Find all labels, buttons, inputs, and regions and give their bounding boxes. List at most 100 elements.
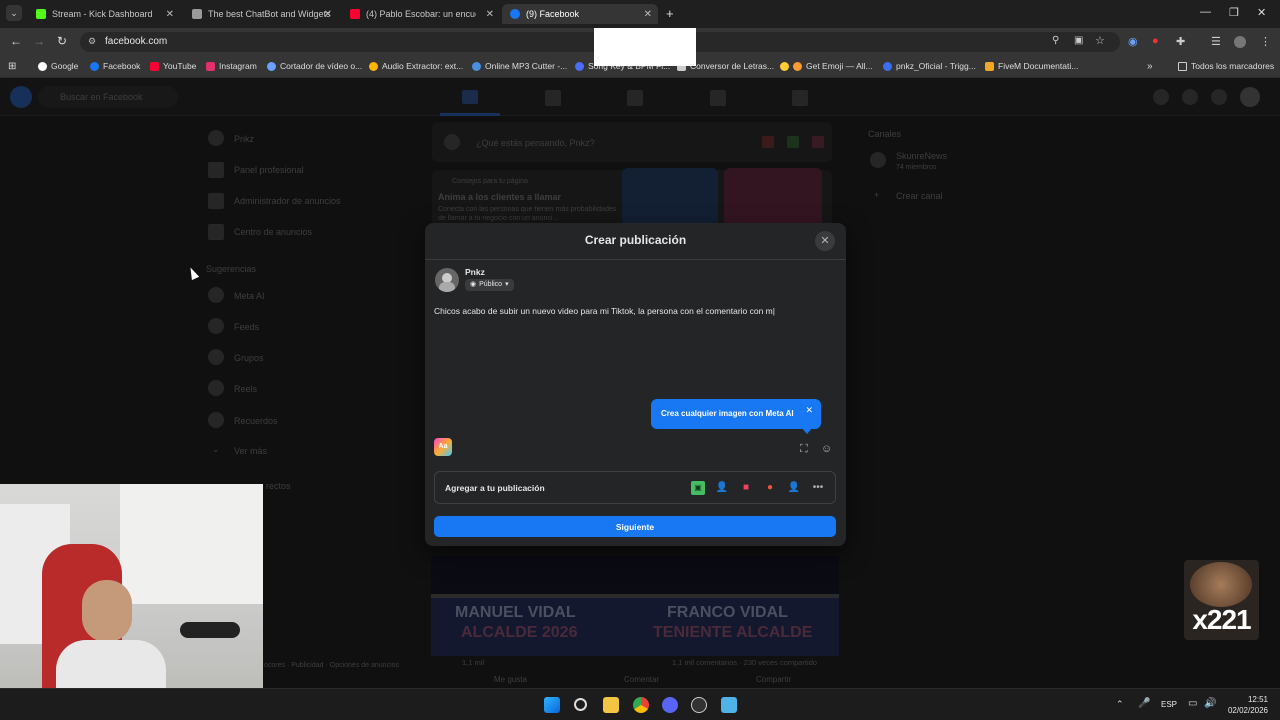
fb-search-input[interactable]: Buscar en Facebook: [38, 86, 178, 108]
bookmark-getemoji[interactable]: Get Emoji — All...: [780, 61, 873, 71]
search-icon[interactable]: [574, 698, 587, 711]
bookmark-pnkz[interactable]: pnkz_Oficial - Trigg...: [883, 61, 976, 71]
create-channel-button[interactable]: Crear canal: [896, 191, 943, 201]
back-icon[interactable]: ←: [10, 34, 22, 48]
post-image[interactable]: MANUEL VIDAL ALCALDE 2026 FRANCO VIDAL T…: [431, 556, 839, 656]
language-indicator[interactable]: ESP: [1161, 700, 1177, 709]
bookmark-fivem[interactable]: FiveM Documentati...: [985, 61, 1078, 71]
nav-reels[interactable]: Reels: [234, 384, 257, 394]
close-tab-icon[interactable]: ✕: [166, 9, 174, 20]
photo-video-icon[interactable]: ▣: [691, 481, 705, 495]
fb-profile-icon[interactable]: [1240, 87, 1260, 107]
channel-avatar[interactable]: [870, 152, 886, 168]
nav-profile[interactable]: Pnkz: [234, 134, 254, 144]
live-video-icon[interactable]: [762, 136, 774, 148]
nav-see-more[interactable]: Ver más: [234, 446, 267, 456]
menu-kebab-icon[interactable]: ⋮: [1260, 35, 1271, 48]
comment-button[interactable]: Comentar: [624, 675, 659, 684]
messenger-icon[interactable]: [1182, 89, 1198, 105]
bookmark-video-cutter[interactable]: Cortador de vídeo o...: [267, 61, 362, 71]
extensions-puzzle-icon[interactable]: ✚: [1176, 35, 1185, 48]
channel-name[interactable]: SkunreNews: [896, 151, 947, 161]
close-tab-icon[interactable]: ✕: [644, 9, 652, 20]
meta-ai-icon[interactable]: [208, 287, 224, 303]
nav-ads-manager[interactable]: Administrador de anuncios: [234, 196, 341, 206]
share-button[interactable]: Compartir: [756, 675, 791, 684]
comment-share-count[interactable]: 1,1 mil comentarios · 230 veces comparti…: [672, 658, 817, 667]
tab-facebook[interactable]: (9) Facebook ✕: [502, 4, 658, 24]
notepad-icon[interactable]: [721, 697, 737, 713]
new-tab-button[interactable]: +: [666, 6, 674, 21]
apps-grid-icon[interactable]: ⊞: [8, 61, 16, 72]
site-info-icon[interactable]: ⚙: [88, 36, 96, 47]
location-pin-icon[interactable]: ●: [763, 481, 777, 495]
nav-feeds[interactable]: Feeds: [234, 322, 259, 332]
photo-icon[interactable]: [787, 136, 799, 148]
windows-start-icon[interactable]: [544, 697, 560, 713]
watch-icon[interactable]: [545, 90, 561, 106]
meta-ai-image-icon[interactable]: ⛶: [800, 443, 808, 456]
ads-center-icon[interactable]: [208, 224, 224, 240]
nav-memories[interactable]: Recuerdos: [234, 416, 278, 426]
discord-icon[interactable]: [662, 697, 678, 713]
nav-groups[interactable]: Grupos: [234, 353, 264, 363]
tab-kick[interactable]: Stream - Kick Dashboard ✕: [28, 4, 180, 24]
reading-list-icon[interactable]: ☰: [1211, 35, 1221, 48]
text-background-icon[interactable]: Aa: [434, 438, 452, 456]
gif-person-icon[interactable]: 👤: [787, 481, 801, 495]
close-window-icon[interactable]: ✕: [1257, 6, 1266, 19]
dashboard-icon[interactable]: [208, 162, 224, 178]
forward-icon[interactable]: →: [33, 34, 45, 48]
footer-links[interactable]: ocores · Publicidad · Opciones de anunci…: [264, 662, 399, 669]
bookmarks-overflow-icon[interactable]: »: [1147, 61, 1153, 72]
story-card-pink[interactable]: [724, 168, 822, 228]
bookmark-google[interactable]: Google: [38, 61, 78, 71]
restore-icon[interactable]: ❐: [1229, 6, 1239, 19]
nav-ads-center[interactable]: Centro de anuncios: [234, 227, 312, 237]
system-clock[interactable]: 12:51 02/02/2026: [1228, 694, 1268, 716]
bookmark-audio-extractor[interactable]: Audio Extractor: ext...: [369, 61, 463, 71]
ads-manager-icon[interactable]: [208, 193, 224, 209]
meta-ai-tooltip[interactable]: Crea cualquier imagen con Meta AI ✕: [651, 399, 821, 434]
minimize-icon[interactable]: —: [1200, 6, 1211, 18]
close-tab-icon[interactable]: ✕: [324, 9, 332, 20]
privacy-selector[interactable]: ◉ Público ▾: [465, 279, 514, 291]
all-bookmarks-folder[interactable]: Todos los marcadores: [1178, 61, 1274, 71]
tab-youtube[interactable]: (4) Pablo Escobar: un encuentro ✕: [342, 4, 500, 24]
bookmark-mp3-cutter[interactable]: Online MP3 Cutter -...: [472, 61, 567, 71]
composer-placeholder[interactable]: ¿Qué estás pensando, Pnkz?: [476, 138, 595, 148]
ads-icon[interactable]: [710, 90, 726, 106]
file-explorer-icon[interactable]: [603, 697, 619, 713]
notifications-icon[interactable]: [1211, 89, 1227, 105]
reel-icon[interactable]: [812, 136, 824, 148]
close-tab-icon[interactable]: ✕: [486, 9, 494, 20]
bookmark-facebook[interactable]: Facebook: [90, 61, 140, 71]
close-icon[interactable]: ✕: [815, 231, 835, 251]
reels-icon[interactable]: [208, 380, 224, 396]
zoom-icon[interactable]: ⚲: [1052, 35, 1059, 46]
gaming-icon[interactable]: [792, 90, 808, 106]
extension-wave-icon[interactable]: ◉: [1128, 35, 1138, 48]
marketplace-icon[interactable]: [627, 90, 643, 106]
bookmark-instagram[interactable]: Instagram: [206, 61, 257, 71]
emoji-icon[interactable]: ☺: [821, 443, 832, 455]
obs-icon[interactable]: [691, 697, 707, 713]
profile-icon[interactable]: [208, 130, 224, 146]
network-icon[interactable]: ▭: [1188, 698, 1197, 709]
tag-people-icon[interactable]: 👤: [715, 481, 729, 495]
reload-icon[interactable]: ↻: [57, 34, 67, 48]
cast-icon[interactable]: ▣: [1074, 35, 1083, 46]
memories-icon[interactable]: [208, 412, 224, 428]
tray-overflow-icon[interactable]: ⌃: [1116, 699, 1124, 710]
live-video-icon[interactable]: ■: [739, 481, 753, 495]
microphone-icon[interactable]: 🎤: [1138, 698, 1150, 709]
close-tooltip-icon[interactable]: ✕: [805, 405, 813, 416]
post-textarea[interactable]: Chicos acabo de subir un nuevo video par…: [434, 306, 834, 316]
feeds-icon[interactable]: [208, 318, 224, 334]
bookmark-youtube[interactable]: YouTube: [150, 61, 196, 71]
home-icon[interactable]: [462, 90, 478, 104]
extension-red-icon[interactable]: ●: [1152, 35, 1159, 47]
story-card-blue[interactable]: [622, 168, 718, 228]
nav-meta-ai[interactable]: Meta AI: [234, 291, 265, 301]
menu-grid-icon[interactable]: [1153, 89, 1169, 105]
